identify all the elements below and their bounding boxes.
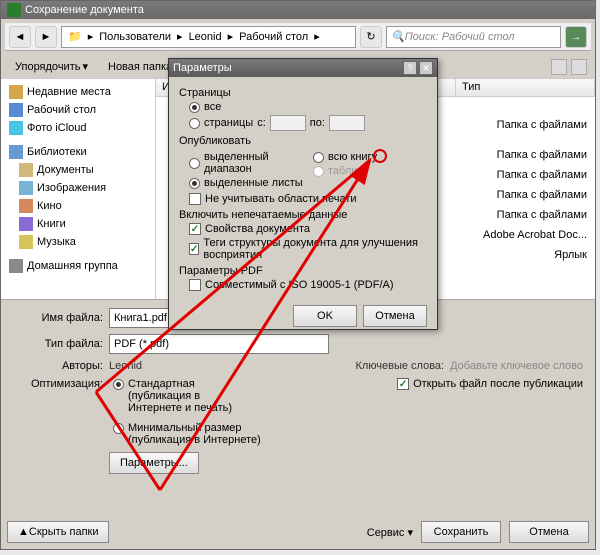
parameters-button[interactable]: Параметры...	[109, 452, 199, 474]
iso-checkbox[interactable]: Совместимый с ISO 19005-1 (PDF/A)	[189, 279, 427, 291]
help-icon[interactable]	[571, 59, 587, 75]
search-go-button[interactable]: →	[565, 26, 587, 48]
pages-group: Страницы	[179, 87, 427, 99]
file-type-cell: Adobe Acrobat Doc...	[483, 229, 587, 241]
keywords-value[interactable]: Добавьте ключевое слово	[450, 360, 583, 372]
sidebar-libraries[interactable]: Библиотеки	[5, 143, 151, 161]
file-type-cell: Папка с файлами	[497, 149, 587, 161]
sidebar-item-desktop[interactable]: Рабочий стол	[5, 101, 151, 119]
publish-table-radio[interactable]: таблицу	[313, 165, 427, 177]
sidebar-item-music[interactable]: Музыка	[5, 233, 151, 251]
col-type: Тип	[456, 79, 595, 96]
publish-range-radio[interactable]: выделенный диапазон	[189, 151, 303, 175]
params-close-button[interactable]: ✕	[419, 61, 433, 75]
hide-folders-button[interactable]: ▲ Скрыть папки	[7, 521, 109, 543]
cancel-button[interactable]: Отмена	[509, 521, 589, 543]
parameters-dialog: Параметры ? ✕ Страницы все страницы с: п…	[168, 58, 438, 330]
sidebar-item-books[interactable]: Книги	[5, 215, 151, 233]
publish-sheets-radio[interactable]: выделенные листы	[189, 177, 303, 189]
pages-range-radio[interactable]: страницы с: по:	[189, 115, 427, 131]
opt-standard-radio[interactable]: Стандартная (публикация в Интернете и пе…	[113, 378, 268, 414]
file-type-cell: Папка с файлами	[497, 169, 587, 181]
opt-minimal-radio[interactable]: Минимальный размер (публикация в Интерне…	[113, 422, 268, 446]
page-to-input[interactable]	[329, 115, 365, 131]
excel-icon	[7, 3, 21, 17]
file-type-cell: Папка с файлами	[497, 189, 587, 201]
footer: ▲ Скрыть папки Сервис ▾ Сохранить Отмена	[7, 521, 589, 543]
publish-group: Опубликовать	[179, 135, 427, 147]
window-title: Сохранение документа	[25, 4, 144, 16]
tags-checkbox[interactable]: Теги структуры документа для улучшения в…	[189, 237, 427, 261]
params-help-button[interactable]: ?	[403, 61, 417, 75]
publish-book-radio[interactable]: всю книгу	[313, 151, 427, 163]
nav-bar: ◄ ► 📁 ▸Пользователи ▸Leonid ▸Рабочий сто…	[5, 23, 591, 51]
titlebar: Сохранение документа	[1, 1, 595, 19]
sidebar-item-recent[interactable]: Недавние места	[5, 83, 151, 101]
file-type-cell: Папка с файлами	[497, 119, 587, 131]
filetype-select[interactable]	[109, 334, 329, 354]
open-after-checkbox[interactable]: Открыть файл после публикации	[397, 378, 583, 390]
page-from-input[interactable]	[270, 115, 306, 131]
search-input[interactable]: 🔍 Поиск: Рабочий стол	[386, 26, 561, 48]
new-folder-button[interactable]: Новая папка	[102, 59, 178, 75]
breadcrumb[interactable]: 📁 ▸Пользователи ▸Leonid ▸Рабочий стол ▸	[61, 26, 356, 48]
authors-value[interactable]: Leonid	[109, 360, 142, 372]
save-button[interactable]: Сохранить	[421, 521, 501, 543]
sidebar-item-movies[interactable]: Кино	[5, 197, 151, 215]
params-titlebar: Параметры ? ✕	[169, 59, 437, 77]
file-type-cell: Ярлык	[554, 249, 587, 261]
view-icon[interactable]	[551, 59, 567, 75]
file-type-cell: Папка с файлами	[497, 209, 587, 221]
keywords-label: Ключевые слова:	[355, 360, 444, 372]
tools-menu[interactable]: Сервис ▾	[367, 526, 413, 539]
filename-label: Имя файла:	[13, 312, 103, 324]
sidebar: Недавние места Рабочий стол Фото iCloud …	[1, 79, 156, 299]
sidebar-homegroup[interactable]: Домашняя группа	[5, 257, 151, 275]
pdf-params-group: Параметры PDF	[179, 265, 427, 277]
include-group: Включить непечатаемые данные	[179, 209, 427, 221]
sidebar-item-documents[interactable]: Документы	[5, 161, 151, 179]
authors-label: Авторы:	[13, 360, 103, 372]
optimization-label: Оптимизация:	[13, 378, 103, 390]
filetype-label: Тип файла:	[13, 338, 103, 350]
ignore-print-checkbox[interactable]: Не учитывать области печати	[189, 193, 427, 205]
sidebar-item-images[interactable]: Изображения	[5, 179, 151, 197]
pages-all-radio[interactable]: все	[189, 101, 427, 113]
organize-button[interactable]: Упорядочить ▾	[9, 58, 94, 75]
refresh-button[interactable]: ↻	[360, 26, 382, 48]
params-ok-button[interactable]: OK	[293, 305, 357, 327]
doc-props-checkbox[interactable]: Свойства документа	[189, 223, 427, 235]
sidebar-item-icloud[interactable]: Фото iCloud	[5, 119, 151, 137]
params-cancel-button[interactable]: Отмена	[363, 305, 427, 327]
forward-button[interactable]: ►	[35, 26, 57, 48]
back-button[interactable]: ◄	[9, 26, 31, 48]
